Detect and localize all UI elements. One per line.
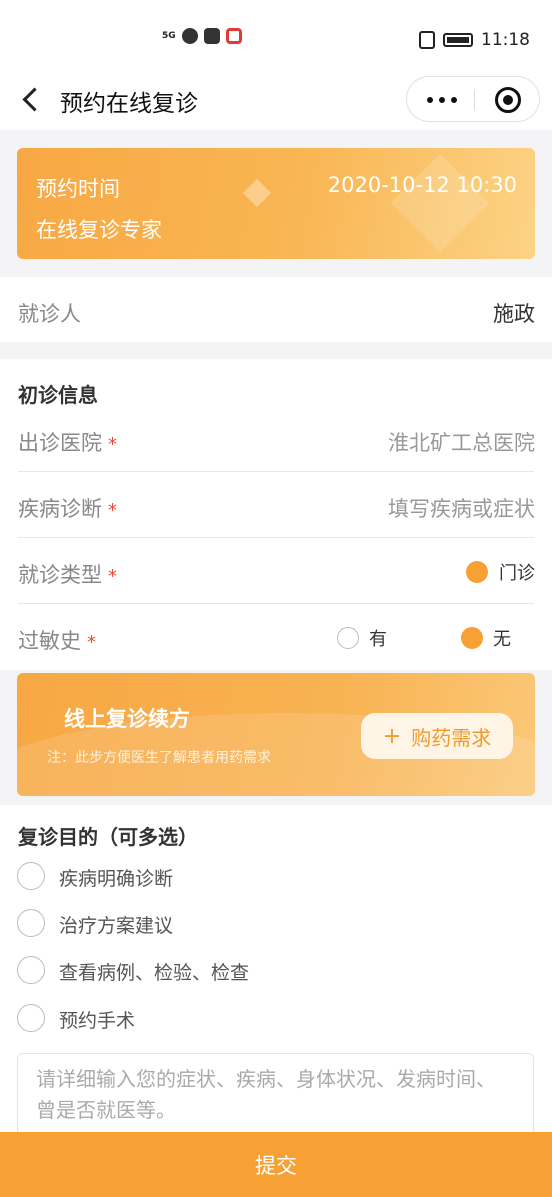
diagnosis-label: 疾病诊断 *: [18, 497, 117, 521]
refill-title: 线上复诊续方: [64, 707, 190, 731]
required-mark: *: [108, 434, 117, 455]
more-icon[interactable]: [427, 96, 457, 104]
purpose-option-label: 查看病例、检验、检查: [59, 962, 250, 984]
refill-note: 注：此步方便医生了解患者用药需求: [47, 750, 271, 766]
back-arrow-icon[interactable]: [18, 85, 46, 113]
appointment-banner: 预约时间 2020-10-12 10:30 在线复诊专家: [17, 148, 535, 259]
required-mark: *: [87, 632, 96, 653]
purpose-option-label: 疾病明确诊断: [59, 868, 174, 890]
appointment-time-label: 预约时间: [36, 177, 120, 201]
checkbox-circle-icon[interactable]: [17, 1004, 45, 1032]
plus-icon: +: [382, 723, 402, 749]
hospital-label: 出诊医院 *: [18, 431, 117, 455]
checkbox-circle-icon[interactable]: [17, 862, 45, 890]
hospital-value[interactable]: 淮北矿工总医院: [388, 427, 535, 457]
initial-info-section: 初诊信息 出诊医院 * 淮北矿工总医院 疾病诊断 * 填写疾病或症状 就诊类型 * 门…: [0, 359, 552, 670]
visit-type-outpatient-radio[interactable]: [466, 561, 488, 583]
status-bar: 5G 11:18: [0, 0, 552, 80]
mini-program-capsule: [406, 76, 540, 122]
purpose-option-label: 治疗方案建议: [59, 915, 174, 937]
online-refill-card: 线上复诊续方 注：此步方便医生了解患者用药需求 + 购药需求: [17, 673, 535, 796]
divider: [18, 471, 534, 472]
vibrate-icon: [419, 31, 435, 49]
app-notification-icon: [181, 28, 198, 44]
purpose-title: 复诊目的（可多选）: [18, 825, 198, 849]
required-mark: *: [108, 500, 117, 521]
initial-info-title: 初诊信息: [18, 383, 98, 407]
allergy-no-radio[interactable]: [461, 627, 483, 649]
checkbox-circle-icon[interactable]: [17, 956, 45, 984]
visit-type-label: 就诊类型 *: [18, 563, 117, 587]
allergy-label: 过敏史 *: [18, 629, 96, 653]
divider: [18, 603, 534, 604]
banner-decoration: [390, 153, 490, 253]
alert-notification-icon: [225, 28, 242, 44]
status-right: 11:18: [419, 30, 530, 50]
capsule-divider: [474, 89, 475, 111]
purpose-option[interactable]: 疾病明确诊断: [17, 862, 417, 892]
status-icons: 5G: [162, 28, 242, 44]
checkbox-circle-icon[interactable]: [17, 909, 45, 937]
medication-request-label: 购药需求: [411, 725, 492, 750]
nav-bar: 预约在线复诊: [0, 70, 552, 130]
appointment-subtitle: 在线复诊专家: [36, 218, 162, 242]
purpose-option[interactable]: 治疗方案建议: [17, 909, 417, 939]
banner-decoration-small: [242, 178, 272, 208]
appointment-datetime: 2020-10-12 10:30: [327, 173, 517, 197]
purpose-section: 复诊目的（可多选） 疾病明确诊断 治疗方案建议 查看病例、检验、检查 预约手术: [0, 805, 552, 1153]
allergy-yes-radio[interactable]: [337, 627, 359, 649]
purpose-option[interactable]: 预约手术: [17, 1004, 417, 1034]
required-mark: *: [108, 566, 117, 587]
patient-label: 就诊人: [18, 302, 81, 326]
patient-name: 施政: [493, 302, 535, 326]
close-mini-program-icon[interactable]: [495, 87, 521, 113]
allergy-no-label: 无: [493, 629, 511, 650]
visit-type-outpatient-label: 门诊: [499, 563, 535, 584]
patient-row[interactable]: 就诊人 施政: [0, 277, 552, 342]
purpose-option[interactable]: 查看病例、检验、检查: [17, 956, 417, 986]
network-signal-icon: 5G: [162, 31, 176, 41]
allergy-yes-label: 有: [369, 629, 387, 650]
submit-button[interactable]: 提交: [0, 1132, 552, 1197]
message-notification-icon: [203, 28, 220, 44]
diagnosis-input[interactable]: 填写疾病或症状: [388, 493, 535, 523]
divider: [18, 537, 534, 538]
page-title: 预约在线复诊: [60, 91, 198, 117]
purpose-option-label: 预约手术: [59, 1010, 136, 1032]
battery-icon: [443, 33, 473, 47]
clock: 11:18: [481, 30, 530, 50]
medication-request-button[interactable]: + 购药需求: [361, 713, 513, 759]
